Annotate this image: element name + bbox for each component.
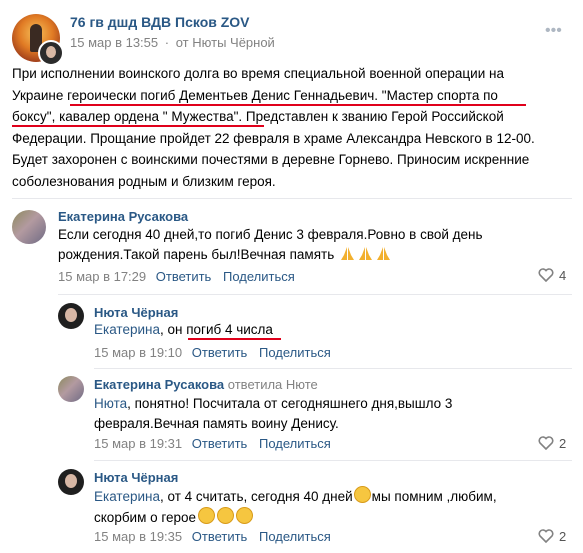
divider [94,368,572,369]
folded-hands-icon [377,246,390,260]
comment-date[interactable]: 15 мар в 19:31 [94,436,182,451]
post-line: Украине героически погиб Дементьев Денис… [12,87,498,103]
reply-button[interactable]: Ответить [156,269,212,284]
commenter-avatar[interactable] [12,210,46,244]
comment-line: февраля.Вечная память воину Денису. [94,416,339,431]
comment-actions: 15 мар в 19:35 Ответить Поделиться [94,529,331,544]
post-line: При исполнении воинского долга во время … [12,66,504,81]
like-heart-icon[interactable] [538,268,554,282]
comment-actions: 15 мар в 19:10 Ответить Поделиться [94,345,331,360]
comment-header: Екатерина Русакова ответила Нюте [94,377,318,392]
post-date[interactable]: 15 мар в 13:55 [70,35,158,50]
post-line: Федерации. Прощание пройдет 22 февраля в… [12,130,535,146]
comment-author[interactable]: Нюта Чёрная [94,470,178,485]
meta-separator: · [164,35,170,50]
commenter-avatar[interactable] [58,376,84,402]
comment-actions: 15 мар в 17:29 Ответить Поделиться [58,269,295,284]
reply-to[interactable]: ответила Нюте [228,377,318,392]
grin-emoji-icon [217,507,235,524]
post-from-name[interactable]: Нюты Чёрной [192,35,275,50]
divider [58,294,572,295]
comment-text: Екатерина, он погиб 4 числа [94,322,273,337]
comment-author[interactable]: Екатерина Русакова [58,209,188,224]
grin-emoji-icon [236,507,254,524]
post-more-icon[interactable]: ••• [545,23,562,39]
comment-line: Нюта, понятно! Посчитала от сегодняшнего… [94,396,453,411]
share-button[interactable]: Поделиться [259,529,331,544]
comment-author[interactable]: Екатерина Русакова [94,377,224,392]
post-meta: 15 мар в 13:55 · от Нюты Чёрной [70,35,275,50]
reply-button[interactable]: Ответить [192,436,248,451]
share-button[interactable]: Поделиться [259,345,331,360]
share-button[interactable]: Поделиться [223,269,295,284]
like-count: 2 [559,529,567,544]
comment-date[interactable]: 15 мар в 19:10 [94,345,182,360]
divider [94,460,572,461]
comment-line: Если сегодня 40 дней,то погиб Денис 3 фе… [58,227,483,242]
comment-date[interactable]: 15 мар в 19:35 [94,529,182,544]
post-line: Будет захоронен с воинскими почестями в … [12,152,530,167]
post-from-prefix: от [175,35,189,50]
mention[interactable]: Нюта [94,396,127,411]
like-count: 4 [559,268,567,283]
commenter-avatar[interactable] [58,303,84,329]
comment-actions: 15 мар в 19:31 Ответить Поделиться [94,436,331,451]
mention[interactable]: Екатерина [94,489,160,504]
reply-button[interactable]: Ответить [192,529,248,544]
divider [12,198,572,199]
annotation-underline [70,104,526,106]
post-line: соболезнования родным и близким героя. [12,173,276,189]
like-count: 2 [559,436,567,451]
comment-author[interactable]: Нюта Чёрная [94,305,178,320]
like-heart-icon[interactable] [538,436,554,450]
post-author[interactable]: 76 гв дшд ВДВ Псков ZOV [70,14,250,30]
post-text: При исполнении воинского долга во время … [12,63,535,192]
mention[interactable]: Екатерина [94,322,160,337]
grin-emoji-icon [198,507,216,524]
comment-text: Нюта, понятно! Посчитала от сегодняшнего… [94,394,452,434]
reply-button[interactable]: Ответить [192,345,248,360]
folded-hands-icon [359,246,372,260]
like-heart-icon[interactable] [538,529,554,543]
comment-line: скорбим о герое [94,507,497,528]
comment-text: Если сегодня 40 дней,то погиб Денис 3 фе… [58,225,483,264]
comment-text: Екатерина, от 4 считать, сегодня 40 дней… [94,486,497,528]
folded-hands-icon [341,246,354,260]
annotation-underline [12,125,264,127]
comment-line-2: рождения.Такой парень был!Вечная память [58,245,483,265]
commenter-avatar[interactable] [58,469,84,495]
comment-date[interactable]: 15 мар в 17:29 [58,269,146,284]
grin-emoji-icon [353,486,371,503]
share-button[interactable]: Поделиться [259,436,331,451]
annotation-underline [188,338,281,340]
comment-line: Екатерина, от 4 считать, сегодня 40 дней… [94,486,497,507]
